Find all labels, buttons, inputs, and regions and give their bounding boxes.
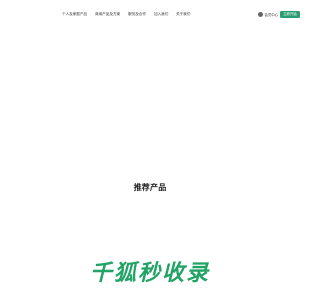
main-nav: 个人及家庭产品 商用产品及方案 服务及合作 加入我们 关于我们 xyxy=(0,11,300,19)
nav-item-about-us[interactable]: 关于我们 xyxy=(176,11,190,17)
brand-logo: 千狐秒收录 xyxy=(89,261,210,286)
user-icon[interactable] xyxy=(258,11,263,17)
nav-item-personal-products[interactable]: 个人及家庭产品 xyxy=(62,11,87,17)
nav-item-business-solutions[interactable]: 商用产品及方案 xyxy=(95,11,120,17)
nav-item-services[interactable]: 服务及合作 xyxy=(128,11,146,17)
section-title: 推荐产品 xyxy=(133,183,167,192)
page: 个人及家庭产品 商用产品及方案 服务及合作 加入我们 关于我们 会员中心 立即开… xyxy=(0,0,300,300)
start-button[interactable]: 立即开始 xyxy=(280,10,300,18)
user-area: 会员中心 立即开始 xyxy=(258,10,300,18)
top-header: 个人及家庭产品 商用产品及方案 服务及合作 加入我们 关于我们 会员中心 立即开… xyxy=(0,0,300,28)
user-center-link[interactable]: 会员中心 xyxy=(265,12,279,17)
nav-item-join-us[interactable]: 加入我们 xyxy=(154,11,168,17)
